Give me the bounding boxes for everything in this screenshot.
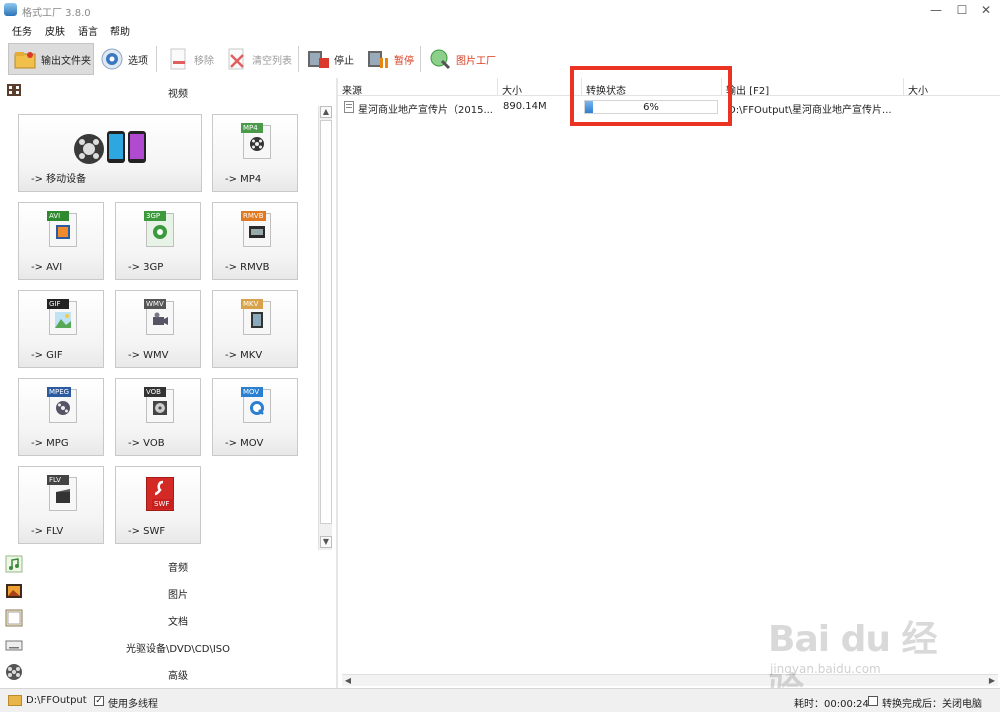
mpg-file-icon: MPEG <box>47 387 77 423</box>
file-icon <box>344 99 354 117</box>
tile-avi[interactable]: AVI -> AVI <box>18 202 104 280</box>
baidu-watermark: Bai du 经验 jingyan.baidu.com <box>768 619 938 712</box>
tile-mkv[interactable]: MKV -> MKV <box>212 290 298 368</box>
mp4-file-icon: MP4 <box>241 123 271 159</box>
menu-task[interactable]: 任务 <box>12 23 32 38</box>
column-source[interactable]: 来源 <box>338 78 498 97</box>
category-document[interactable]: 文档 <box>0 606 336 632</box>
app-icon <box>4 3 17 16</box>
menu-language[interactable]: 语言 <box>78 23 98 38</box>
scroll-left-arrow-icon[interactable]: ◀ <box>342 675 354 686</box>
category-video[interactable]: 视频 <box>0 78 336 104</box>
row-source: 星河商业地产宣传片（2015... <box>358 105 493 116</box>
toolbar-separator <box>156 46 157 72</box>
row-output: D:\FFOutput\星河商业地产宣传片... <box>728 105 892 116</box>
category-panel: 视频 -> 移动设备 MP4 -> MP4 AVI -> AVI 3GP -> … <box>0 78 336 688</box>
tile-mpg[interactable]: MPEG -> MPG <box>18 378 104 456</box>
highlight-box <box>570 66 732 126</box>
title-bar: 格式工厂 3.8.0 — ☐ ✕ <box>0 0 1000 20</box>
elapsed-time: 耗时：00:00:24 <box>794 699 869 710</box>
picture-factory-button[interactable]: 图片工厂 <box>424 43 504 75</box>
tile-gif[interactable]: GIF -> GIF <box>18 290 104 368</box>
pause-icon <box>366 47 390 71</box>
remove-button[interactable]: 移除 <box>162 43 216 75</box>
flv-file-icon: FLV <box>47 475 77 511</box>
options-gear-icon <box>100 47 124 71</box>
close-button[interactable]: ✕ <box>976 2 996 18</box>
multithread-label: 使用多线程 <box>108 699 158 710</box>
menu-help[interactable]: 帮助 <box>110 23 130 38</box>
rmvb-file-icon: RMVB <box>241 211 271 247</box>
tile-mp4[interactable]: MP4 -> MP4 <box>212 114 298 192</box>
picture-factory-icon <box>428 47 452 71</box>
multithread-checkbox[interactable]: ✓ <box>94 696 104 706</box>
tile-3gp[interactable]: 3GP -> 3GP <box>115 202 201 280</box>
output-path[interactable]: D:\FFOutput <box>26 695 87 706</box>
gif-file-icon: GIF <box>47 299 77 335</box>
minimize-button[interactable]: — <box>926 2 946 18</box>
maximize-button[interactable]: ☐ <box>952 2 972 18</box>
window-title: 格式工厂 3.8.0 <box>22 8 91 19</box>
toolbar: 输出文件夹 选项 移除 清空列表 停止 暂停 图片工厂 <box>0 40 1000 78</box>
shutdown-checkbox[interactable] <box>868 696 878 706</box>
category-advanced[interactable]: 高级 <box>0 660 336 686</box>
vob-file-icon: VOB <box>144 387 174 423</box>
stop-icon <box>306 47 330 71</box>
tile-flv[interactable]: FLV -> FLV <box>18 466 104 544</box>
pause-button[interactable]: 暂停 <box>362 43 416 75</box>
tile-swf[interactable]: SWF -> SWF <box>115 466 201 544</box>
format-grid-scrollbar[interactable]: ▲ ▼ <box>318 106 332 550</box>
wmv-file-icon: WMV <box>144 299 174 335</box>
menu-skin[interactable]: 皮肤 <box>45 23 65 38</box>
folder-icon <box>13 47 37 71</box>
remove-icon <box>166 47 190 71</box>
tile-vob[interactable]: VOB -> VOB <box>115 378 201 456</box>
after-done-label: 转换完成后：关闭电脑 <box>882 699 982 710</box>
toolbar-separator <box>420 46 421 72</box>
output-folder-button[interactable]: 输出文件夹 <box>8 43 94 75</box>
toolbar-separator <box>298 46 299 72</box>
avi-file-icon: AVI <box>47 211 77 247</box>
swf-file-icon: SWF <box>144 475 174 511</box>
scroll-thumb[interactable] <box>320 120 332 524</box>
3gp-file-icon: 3GP <box>144 211 174 247</box>
clear-x-icon <box>224 47 248 71</box>
menu-bar: 任务 皮肤 语言 帮助 <box>0 20 1000 40</box>
tile-wmv[interactable]: WMV -> WMV <box>115 290 201 368</box>
status-bar: D:\FFOutput ✓ 使用多线程 耗时：00:00:24 转换完成后：关闭… <box>0 688 1000 712</box>
column-output[interactable]: 输出 [F2] <box>722 78 904 97</box>
tile-rmvb[interactable]: RMVB -> RMVB <box>212 202 298 280</box>
category-picture[interactable]: 图片 <box>0 579 336 605</box>
scroll-right-arrow-icon[interactable]: ▶ <box>986 675 998 686</box>
clear-list-button[interactable]: 清空列表 <box>220 43 294 75</box>
mov-file-icon: MOV <box>241 387 271 423</box>
folder-icon[interactable] <box>8 695 22 706</box>
video-format-grid: -> 移动设备 MP4 -> MP4 AVI -> AVI 3GP -> 3GP <box>8 104 318 552</box>
category-optical-disc[interactable]: 光驱设备\DVD\CD\ISO <box>0 633 336 659</box>
mobile-devices-icon <box>71 125 157 169</box>
mkv-file-icon: MKV <box>241 299 271 335</box>
tile-mobile-device[interactable]: -> 移动设备 <box>18 114 202 192</box>
scroll-up-arrow-icon[interactable]: ▲ <box>320 106 332 118</box>
options-button[interactable]: 选项 <box>96 43 150 75</box>
tile-mov[interactable]: MOV -> MOV <box>212 378 298 456</box>
scroll-down-arrow-icon[interactable]: ▼ <box>320 536 332 548</box>
column-output-size[interactable]: 大小 <box>904 78 1000 97</box>
category-audio[interactable]: 音频 <box>0 552 336 578</box>
stop-button[interactable]: 停止 <box>302 43 358 75</box>
